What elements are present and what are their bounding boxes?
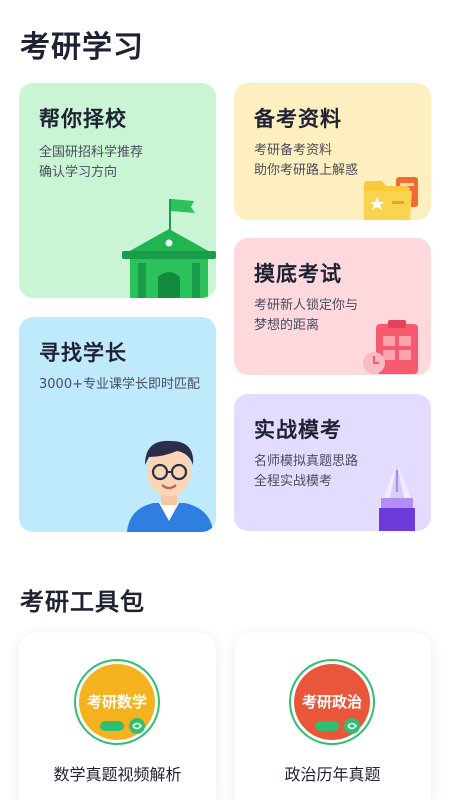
senior-avatar-icon xyxy=(127,440,213,532)
page-title: 考研学习 xyxy=(20,30,144,65)
study-materials-title: 备考资料 xyxy=(254,107,342,131)
politics-badge-icon: 考研政治 xyxy=(289,659,375,745)
math-toolkit-card[interactable]: 考研数学 数学真题视频解析 xyxy=(19,633,216,800)
find-senior-desc: 3000+专业课学长即时匹配 xyxy=(39,375,200,395)
study-materials-desc: 考研备考资料 助你考研路上解惑 xyxy=(254,141,358,181)
folder-icon xyxy=(364,177,418,220)
mock-exam-title: 摸底考试 xyxy=(254,262,342,286)
choose-school-desc: 全国研招科学推荐 确认学习方向 xyxy=(39,143,143,183)
math-toolkit-label: 数学真题视频解析 xyxy=(53,765,182,784)
find-senior-card[interactable]: 寻找学长 3000+专业课学长即时匹配 xyxy=(19,317,216,532)
study-materials-desc-line2: 助你考研路上解惑 xyxy=(254,163,359,178)
practice-exam-title: 实战模考 xyxy=(254,418,342,442)
practice-exam-desc-line2: 全程实战模考 xyxy=(254,474,333,489)
politics-toolkit-label: 政治历年真题 xyxy=(284,765,381,784)
politics-toolkit-card[interactable]: 考研政治 政治历年真题 xyxy=(234,633,431,800)
practice-exam-desc-line1: 名师模拟真题思路 xyxy=(254,454,359,469)
choose-school-card[interactable]: 帮你择校 全国研招科学推荐 确认学习方向 xyxy=(19,83,216,298)
toolkit-section-title: 考研工具包 xyxy=(20,588,145,616)
pen-nib-icon xyxy=(379,464,415,531)
practice-exam-card[interactable]: 实战模考 名师模拟真题思路 全程实战模考 xyxy=(234,394,431,531)
clipboard-clock-icon xyxy=(363,320,418,374)
find-senior-desc-line1: 3000+专业课学长即时匹配 xyxy=(39,377,200,392)
choose-school-title: 帮你择校 xyxy=(39,107,127,131)
study-materials-card[interactable]: 备考资料 考研备考资料 助你考研路上解惑 xyxy=(234,83,431,220)
choose-school-desc-line2: 确认学习方向 xyxy=(39,165,118,180)
mock-exam-card[interactable]: 摸底考试 考研新人锁定你与 梦想的距离 xyxy=(234,238,431,375)
practice-exam-desc: 名师模拟真题思路 全程实战模考 xyxy=(254,452,358,492)
politics-badge-text: 考研政治 xyxy=(302,693,362,711)
mock-exam-desc-line2: 梦想的距离 xyxy=(254,318,320,333)
school-building-icon xyxy=(122,199,216,298)
study-materials-desc-line1: 考研备考资料 xyxy=(254,143,333,158)
math-badge-icon: 考研数学 xyxy=(74,659,160,745)
find-senior-title: 寻找学长 xyxy=(39,341,127,365)
mock-exam-desc-line1: 考研新人锁定你与 xyxy=(254,298,359,313)
choose-school-desc-line1: 全国研招科学推荐 xyxy=(39,145,144,160)
mock-exam-desc: 考研新人锁定你与 梦想的距离 xyxy=(254,296,358,336)
math-badge-text: 考研数学 xyxy=(87,693,147,711)
